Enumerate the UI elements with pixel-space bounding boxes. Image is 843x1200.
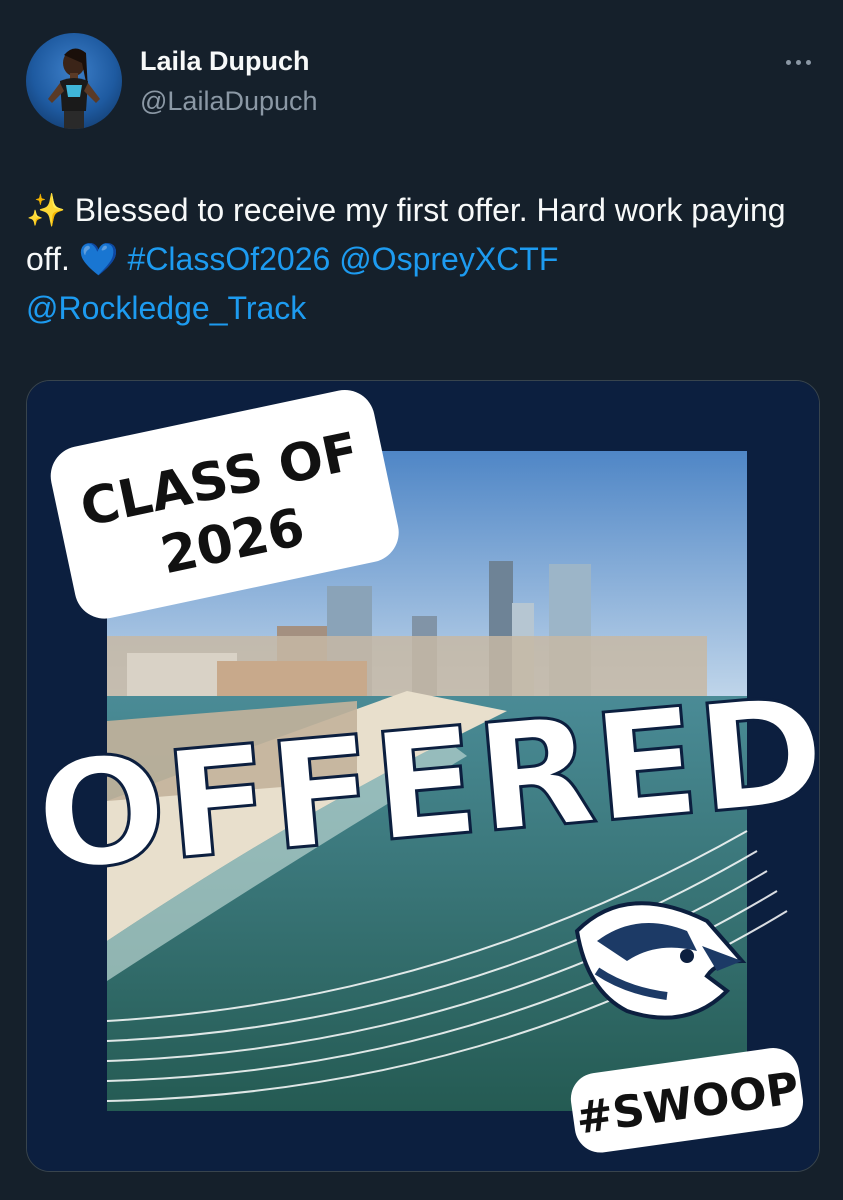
- more-options-icon[interactable]: [778, 54, 818, 70]
- offer-graphic: OFFERED CLASS OF 2026 #SWOOP: [27, 381, 819, 1171]
- mention-link-osprey[interactable]: @OspreyXCTF: [339, 241, 558, 277]
- blue-heart-emoji: 💙: [78, 241, 119, 277]
- mention-link-rockledge[interactable]: @Rockledge_Track: [26, 290, 306, 326]
- hashtag-link[interactable]: #ClassOf2026: [128, 241, 331, 277]
- display-name[interactable]: Laila Dupuch: [140, 46, 310, 77]
- avatar[interactable]: [26, 33, 122, 129]
- tweet-text: ✨ Blessed to receive my first offer. Har…: [26, 186, 816, 333]
- sparkle-emoji: ✨: [26, 192, 66, 228]
- avatar-image: [48, 48, 100, 129]
- user-handle[interactable]: @LailaDupuch: [140, 86, 318, 117]
- tweet-media-image[interactable]: OFFERED CLASS OF 2026 #SWOOP: [26, 380, 820, 1172]
